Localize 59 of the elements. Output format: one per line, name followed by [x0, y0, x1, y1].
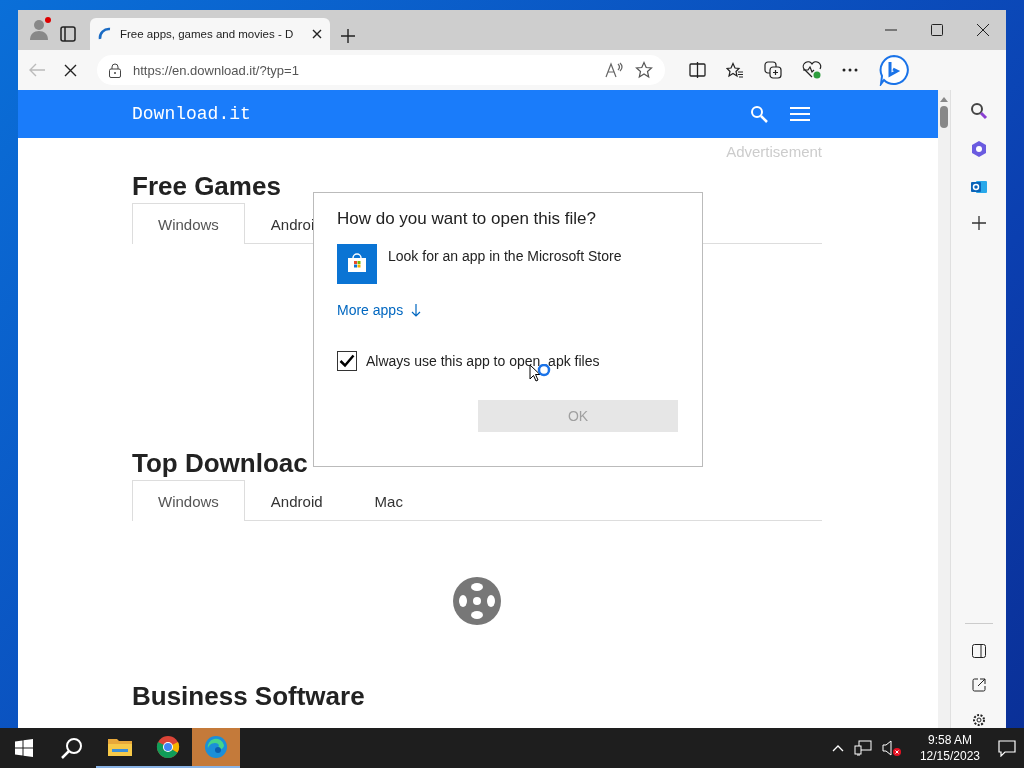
profile-icon[interactable]	[28, 16, 54, 42]
maximize-icon[interactable]	[931, 24, 943, 36]
section-heading: Business Software	[132, 681, 365, 711]
tab-actions-icon[interactable]	[60, 26, 76, 42]
more-icon[interactable]	[842, 68, 858, 72]
read-aloud-icon[interactable]	[605, 62, 623, 78]
hexagon-app-icon[interactable]	[969, 140, 988, 158]
browser-tab[interactable]: Free apps, games and movies - D	[90, 18, 330, 50]
down-arrow-icon	[411, 303, 422, 317]
scrollbar[interactable]	[938, 90, 950, 728]
loading-spinner-icon	[98, 27, 112, 41]
clock-date: 12/15/2023	[919, 748, 980, 764]
muted-speaker-icon[interactable]	[881, 739, 902, 757]
settings-icon[interactable]	[970, 712, 987, 728]
scroll-up-arrow-icon[interactable]	[940, 96, 948, 102]
sidebar-panel-icon[interactable]	[971, 644, 986, 658]
checkbox[interactable]	[337, 351, 357, 371]
address-bar[interactable]: https://en.download.it/?typ=1	[97, 55, 665, 85]
stop-icon[interactable]	[64, 63, 77, 77]
site-logo[interactable]: Download.it	[132, 104, 728, 124]
mail-app-icon[interactable]	[969, 178, 988, 196]
store-option[interactable]: Look for an app in the Microsoft Store	[337, 244, 679, 284]
address-text: https://en.download.it/?typ=1	[133, 62, 300, 78]
add-icon[interactable]	[971, 216, 986, 230]
close-icon[interactable]	[977, 24, 989, 36]
notification-icon[interactable]	[998, 739, 1016, 757]
section-heading: Top Downloac	[132, 448, 308, 478]
lock-icon[interactable]	[109, 62, 121, 78]
checkbox-label: Always use this app to open .apk files	[366, 353, 600, 369]
health-heart-icon[interactable]	[802, 61, 822, 79]
category-tab[interactable]: Android	[244, 480, 349, 521]
close-icon[interactable]	[312, 29, 322, 39]
search-icon[interactable]	[61, 737, 83, 759]
external-link-icon[interactable]	[971, 678, 986, 692]
windows-logo-icon[interactable]	[15, 739, 33, 757]
section-heading: Free Games	[132, 171, 281, 201]
store-bag-icon	[337, 244, 377, 284]
file-explorer-icon	[108, 737, 132, 757]
scrollbar-thumb[interactable]	[940, 106, 948, 128]
star-icon[interactable]	[635, 61, 653, 79]
more-apps-link[interactable]: More apps	[337, 302, 422, 318]
split-screen-icon[interactable]	[689, 62, 706, 78]
menu-icon[interactable]	[790, 106, 810, 122]
chrome-icon	[156, 735, 180, 759]
chat-bubble-icon[interactable]	[878, 54, 910, 86]
chevron-up-icon[interactable]	[831, 744, 844, 752]
network-icon[interactable]	[853, 740, 872, 756]
search-icon[interactable]	[969, 102, 988, 120]
favorites-icon[interactable]	[726, 61, 744, 79]
collections-icon[interactable]	[764, 61, 782, 79]
dialog-title: How do you want to open this file?	[337, 209, 597, 229]
clock[interactable]: 9:58 AM 12/15/2023	[919, 732, 980, 764]
category-tab[interactable]: Windows	[132, 203, 245, 244]
edge-icon	[204, 735, 228, 759]
clock-time: 9:58 AM	[927, 732, 972, 748]
category-tab[interactable]: Mac	[348, 480, 429, 521]
tab-title: Free apps, games and movies - D	[120, 28, 295, 40]
new-tab-icon[interactable]	[340, 28, 356, 44]
category-tab[interactable]: Windows	[132, 480, 245, 521]
